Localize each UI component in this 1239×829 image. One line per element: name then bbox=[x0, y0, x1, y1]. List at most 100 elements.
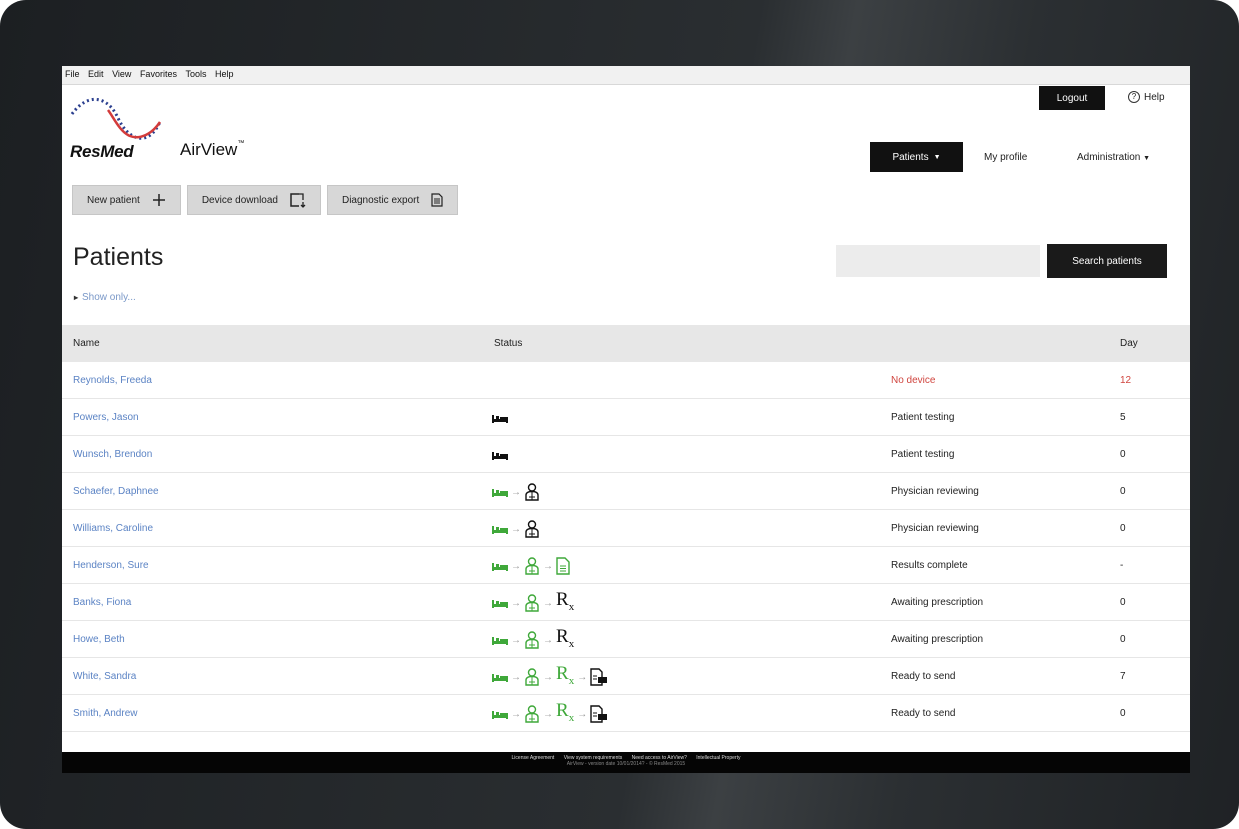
day-count: 0 bbox=[1120, 449, 1126, 460]
status-text: Awaiting prescription bbox=[891, 597, 984, 608]
document-icon bbox=[431, 193, 443, 207]
nav-administration[interactable]: Administration ▼ bbox=[1077, 152, 1150, 163]
status-progress-icons: → → bbox=[492, 555, 570, 577]
bed-icon bbox=[492, 488, 508, 497]
menu-file[interactable]: File bbox=[62, 66, 83, 79]
table-row[interactable]: Reynolds, Freeda No device 12 bbox=[62, 362, 1190, 399]
menu-favorites[interactable]: Favorites bbox=[137, 66, 180, 79]
nav-my-profile[interactable]: My profile bbox=[984, 152, 1027, 163]
browser-menubar: File Edit View Favorites Tools Help bbox=[62, 66, 1190, 85]
table-row[interactable]: Wunsch, Brendon Patient testing 0 bbox=[62, 436, 1190, 473]
patients-table: Name Status Day Reynolds, Freeda No devic… bbox=[62, 325, 1190, 732]
status-text: Patient testing bbox=[891, 412, 955, 423]
search-patients-button[interactable]: Search patients bbox=[1047, 244, 1167, 278]
help-link[interactable]: ? Help bbox=[1128, 91, 1165, 103]
menu-edit[interactable]: Edit bbox=[85, 66, 107, 79]
menu-help[interactable]: Help bbox=[212, 66, 237, 79]
physician-icon bbox=[524, 631, 540, 649]
arrow-icon: → bbox=[577, 708, 588, 720]
header-name[interactable]: Name bbox=[73, 338, 100, 349]
footer-links: License Agreement View system requiremen… bbox=[62, 752, 1190, 761]
patient-name-link[interactable]: Powers, Jason bbox=[73, 412, 139, 423]
patient-name-link[interactable]: White, Sandra bbox=[73, 671, 136, 682]
diagnostic-export-label: Diagnostic export bbox=[341, 194, 420, 206]
arrow-icon: → bbox=[511, 634, 521, 646]
menu-view[interactable]: View bbox=[109, 66, 134, 79]
arrow-icon: → bbox=[543, 634, 553, 646]
table-row[interactable]: Smith, Andrew → → Rx → Ready to send 0 bbox=[62, 695, 1190, 732]
logout-button[interactable]: Logout bbox=[1039, 86, 1105, 110]
status-progress-icons bbox=[492, 444, 508, 466]
physician-icon bbox=[524, 483, 540, 501]
action-toolbar: New patient Device download Diagnostic e… bbox=[72, 185, 459, 215]
day-count: 7 bbox=[1120, 671, 1126, 682]
arrow-icon: → bbox=[511, 560, 521, 572]
patient-name-link[interactable]: Henderson, Sure bbox=[73, 560, 149, 571]
new-patient-button[interactable]: New patient bbox=[72, 185, 181, 215]
patient-name-link[interactable]: Schaefer, Daphnee bbox=[73, 486, 159, 497]
status-progress-icons: → bbox=[492, 518, 540, 540]
patient-name-link[interactable]: Banks, Fiona bbox=[73, 597, 131, 608]
search-input[interactable] bbox=[836, 245, 1040, 277]
day-count: 0 bbox=[1120, 486, 1126, 497]
physician-icon bbox=[524, 557, 540, 575]
download-card-icon bbox=[290, 192, 306, 208]
arrow-icon: → bbox=[511, 523, 521, 535]
table-row[interactable]: Williams, Caroline → Physician reviewing 0 bbox=[62, 510, 1190, 547]
help-icon: ? bbox=[1128, 91, 1140, 103]
device-download-button[interactable]: Device download bbox=[186, 185, 321, 215]
arrow-icon: → bbox=[511, 597, 521, 609]
table-row[interactable]: Henderson, Sure → → Results complete - bbox=[62, 547, 1190, 584]
patient-name-link[interactable]: Wunsch, Brendon bbox=[73, 449, 152, 460]
bed-icon bbox=[492, 636, 508, 645]
browser-screen: File Edit View Favorites Tools Help ResM… bbox=[62, 66, 1190, 773]
header-status[interactable]: Status bbox=[494, 338, 522, 349]
status-progress-icons: → → Rx bbox=[492, 625, 575, 651]
bed-icon bbox=[492, 673, 508, 682]
patient-name-link[interactable]: Smith, Andrew bbox=[73, 708, 137, 719]
prescription-icon: Rx bbox=[556, 588, 575, 613]
day-count: - bbox=[1120, 560, 1124, 571]
day-count: 0 bbox=[1120, 523, 1126, 534]
arrow-icon: → bbox=[511, 486, 521, 498]
patient-name-link[interactable]: Williams, Caroline bbox=[73, 523, 153, 534]
device-download-label: Device download bbox=[201, 194, 278, 206]
diagnostic-export-button[interactable]: Diagnostic export bbox=[326, 185, 459, 215]
bed-icon bbox=[492, 710, 508, 719]
table-body: Reynolds, Freeda No device 12 Powers, Jason… bbox=[62, 362, 1190, 732]
status-text: Ready to send bbox=[891, 671, 956, 682]
status-progress-icons bbox=[492, 407, 508, 429]
physician-icon bbox=[524, 520, 540, 538]
arrow-icon: → bbox=[511, 708, 521, 720]
menu-tools[interactable]: Tools bbox=[182, 66, 209, 79]
arrow-icon: → bbox=[577, 671, 588, 683]
table-row[interactable]: Schaefer, Daphnee → Physician reviewing 0 bbox=[62, 473, 1190, 510]
table-row[interactable]: Powers, Jason Patient testing 5 bbox=[62, 399, 1190, 436]
patient-name-link[interactable]: Howe, Beth bbox=[73, 634, 125, 645]
day-count: 0 bbox=[1120, 634, 1126, 645]
footer-link-license[interactable]: License Agreement bbox=[512, 755, 555, 761]
status-progress-icons: → → Rx → bbox=[492, 700, 608, 725]
send-document-icon bbox=[590, 705, 608, 723]
nav-patients[interactable]: Patients ▼ bbox=[870, 142, 963, 172]
day-count: 0 bbox=[1120, 708, 1126, 719]
status-progress-icons: → bbox=[492, 481, 540, 503]
show-only-toggle[interactable]: ▸ Show only... bbox=[74, 292, 136, 303]
physician-icon bbox=[524, 668, 540, 686]
bed-icon bbox=[492, 562, 508, 571]
help-label: Help bbox=[1144, 91, 1165, 103]
arrow-icon: → bbox=[543, 671, 553, 683]
table-row[interactable]: Howe, Beth → → Rx Awaiting prescription 0 bbox=[62, 621, 1190, 658]
arrow-icon: → bbox=[543, 560, 553, 572]
table-row[interactable]: Banks, Fiona → → Rx Awaiting prescription 0 bbox=[62, 584, 1190, 621]
prescription-icon: Rx bbox=[556, 625, 575, 650]
product-name: AirView™ bbox=[180, 140, 244, 160]
patient-name-link[interactable]: Reynolds, Freeda bbox=[73, 375, 152, 386]
chevron-down-icon: ▼ bbox=[933, 153, 941, 161]
footer-link-ip[interactable]: Intellectual Property bbox=[696, 755, 740, 761]
footer-copyright: AirView - version date 10/01/2014? - © R… bbox=[566, 761, 686, 767]
status-text: Awaiting prescription bbox=[891, 634, 984, 645]
arrow-icon: → bbox=[511, 671, 521, 683]
table-row[interactable]: White, Sandra → → Rx → Ready to send 7 bbox=[62, 658, 1190, 695]
header-day[interactable]: Day bbox=[1120, 338, 1138, 349]
